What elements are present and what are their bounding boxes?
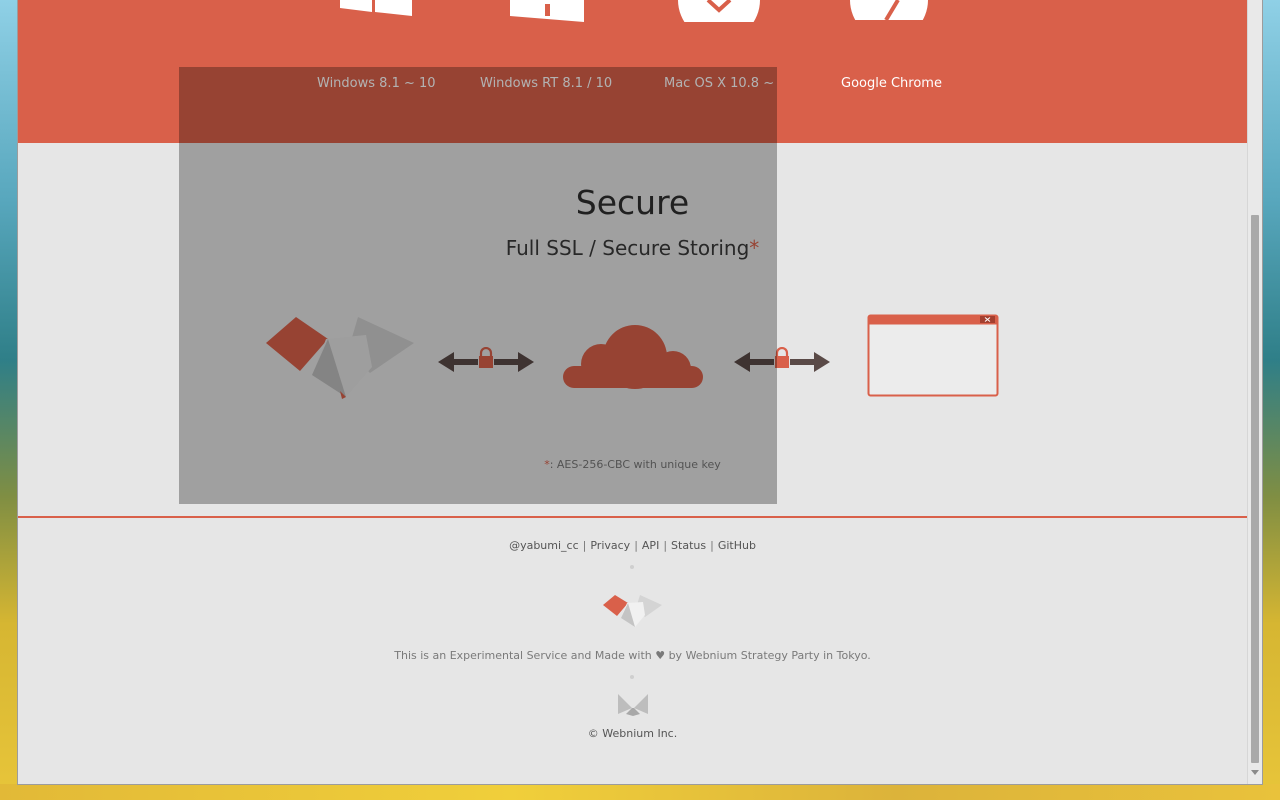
desktop-wallpaper-bottom: [0, 784, 1280, 800]
vertical-scrollbar[interactable]: [1247, 0, 1262, 784]
webnium-logo-icon: [618, 694, 648, 716]
windows-store-icon[interactable]: [510, 0, 584, 22]
footer-divider: [18, 516, 1247, 518]
footer-link-status[interactable]: Status: [671, 539, 706, 552]
footer-separator: |: [634, 539, 638, 552]
footer-link-privacy[interactable]: Privacy: [590, 539, 630, 552]
footer-link-api[interactable]: API: [642, 539, 659, 552]
footer-separator: |: [663, 539, 668, 552]
browser-window-icon: [867, 314, 999, 397]
page-content: Windows 8.1 ~ 10 Windows RT 8.1 / 10 Mac…: [18, 0, 1247, 784]
scroll-down-arrow-icon[interactable]: [1251, 770, 1259, 775]
windows-icon[interactable]: [340, 0, 414, 16]
footer-separator: |: [710, 539, 714, 552]
footer-dot-2: [630, 675, 634, 679]
footer-link-twitter[interactable]: @yabumi_cc: [509, 539, 579, 552]
desktop-wallpaper-right: [1262, 0, 1280, 800]
chrome-icon[interactable]: [850, 0, 928, 20]
footer-dot: [630, 565, 634, 569]
platform-label-chrome[interactable]: Google Chrome: [841, 76, 942, 91]
desktop-wallpaper-left: [0, 0, 18, 800]
footer-link-github[interactable]: GitHub: [718, 539, 756, 552]
lock-icon-2: [775, 347, 789, 368]
mac-os-x-icon[interactable]: [678, 0, 760, 22]
footer-separator: |: [582, 539, 587, 552]
scrollbar-thumb[interactable]: [1251, 215, 1259, 763]
footer-copyright: © Webnium Inc.: [587, 727, 678, 740]
footer-yabumi-logo-icon: [603, 595, 662, 627]
footer-tagline: This is an Experimental Service and Made…: [394, 649, 871, 662]
selection-overlay: [179, 67, 777, 504]
browser-window: Windows 8.1 ~ 10 Windows RT 8.1 / 10 Mac…: [18, 0, 1262, 784]
footer-links: @yabumi_cc | Privacy | API | Status | GitHub: [18, 539, 1247, 552]
